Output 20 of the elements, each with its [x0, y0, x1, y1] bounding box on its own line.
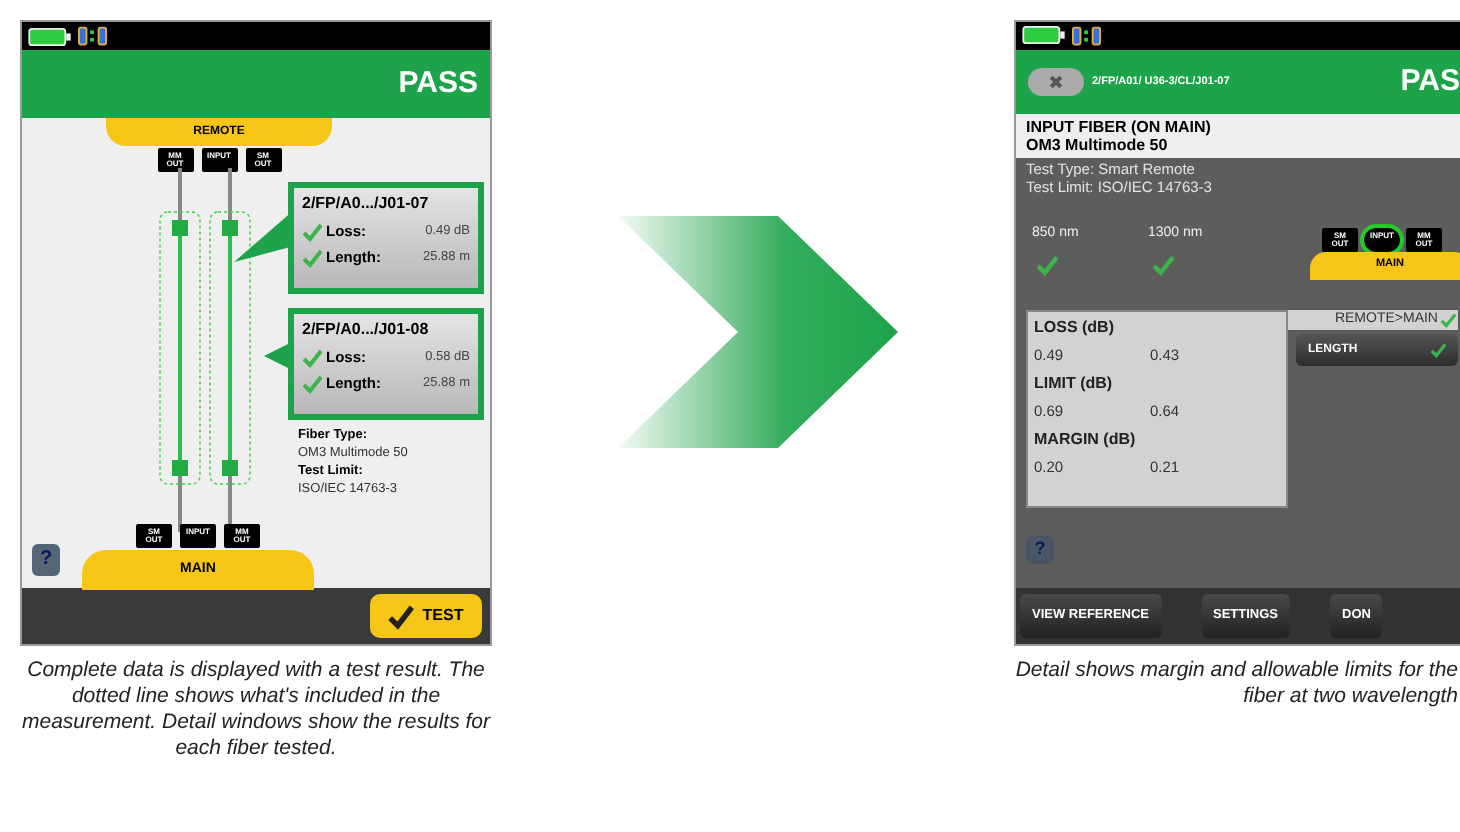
caption: Detail shows margin and allowable limits for the fiber at two wavelength: [1013, 658, 1458, 710]
caption: Complete data is displayed with a test result. The dotted line shows what's included in the measurement. Detail windows show the results for each fiber tested.: [19, 658, 493, 762]
battery-icon: [1022, 26, 1066, 45]
checkmark-icon: [388, 603, 415, 629]
fiber-name: 2/FP/A0.../J01-08: [302, 318, 431, 342]
result-heading: MARGIN (dB): [1034, 427, 1138, 452]
result-heading: LIMIT (dB): [1034, 371, 1115, 396]
close-button[interactable]: [1028, 67, 1084, 96]
battery-icon: [28, 27, 72, 45]
close-icon: [1048, 73, 1064, 90]
test-button[interactable]: TEST: [370, 594, 482, 638]
devices-icon: [1072, 25, 1102, 46]
arrow-icon: [617, 216, 897, 448]
fiber-title: OM3 Multimode 50: [1026, 135, 1168, 154]
fiber-title: INPUT FIBER (ON MAIN): [1026, 117, 1213, 136]
devices-icon: [78, 26, 108, 46]
result-text: PAS: [1400, 61, 1460, 102]
result-text: PASS: [398, 63, 478, 104]
result-heading: LOSS (dB): [1034, 315, 1116, 340]
fiber-name: 2/FP/A0.../J01-07: [302, 192, 431, 216]
